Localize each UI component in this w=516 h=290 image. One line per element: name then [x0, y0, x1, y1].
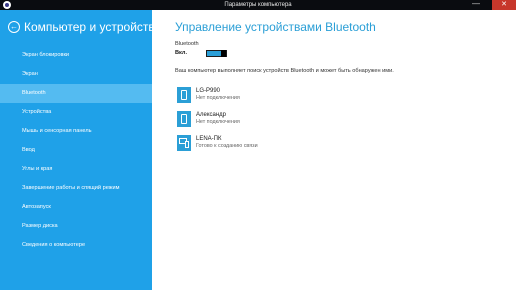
sidebar-item-corners-edges[interactable]: Углы и края: [0, 160, 152, 179]
sidebar-item-pc-info[interactable]: Сведения о компьютере: [0, 236, 152, 255]
bluetooth-state: Вкл.: [175, 50, 188, 56]
window-title: Параметры компьютера: [224, 2, 292, 8]
device-item[interactable]: Александр Нет подключения: [177, 111, 477, 128]
device-name: Александр: [196, 112, 227, 118]
sidebar-item-power-sleep[interactable]: Завершение работы и спящий режим: [0, 179, 152, 198]
phone-icon: [177, 111, 191, 127]
sidebar-item-lock-screen[interactable]: Экран блокировки: [0, 46, 152, 65]
bluetooth-toggle[interactable]: [206, 50, 227, 57]
sidebar-item-disk-space[interactable]: Размер диска: [0, 217, 152, 236]
title-bar: Параметры компьютера — ✕: [0, 0, 516, 10]
device-status: Готово к созданию связи: [196, 143, 258, 149]
page-title: Управление устройствами Bluetooth: [175, 20, 376, 34]
device-status: Нет подключения: [196, 119, 240, 125]
device-status: Нет подключения: [196, 95, 240, 101]
sidebar-item-autoplay[interactable]: Автозапуск: [0, 198, 152, 217]
scan-status-text: Ваш компьютер выполняет поиск устройств …: [175, 68, 394, 74]
device-item[interactable]: LENA-ПК Готово к созданию связи: [177, 135, 477, 152]
sidebar-item-mouse-touchpad[interactable]: Мышь и сенсорная панель: [0, 122, 152, 141]
sidebar-nav: Экран блокировки Экран Bluetooth Устройс…: [0, 46, 152, 255]
sidebar: ← Компьютер и устройства Экран блокировк…: [0, 10, 161, 290]
sidebar-item-display[interactable]: Экран: [0, 65, 152, 84]
main-content: Управление устройствами Bluetooth Blueto…: [152, 10, 516, 290]
bluetooth-label: Bluetooth: [175, 41, 199, 47]
sidebar-item-typing[interactable]: Ввод: [0, 141, 152, 160]
back-button[interactable]: ←: [8, 21, 20, 33]
device-name: LG-P990: [196, 88, 221, 94]
sidebar-item-bluetooth[interactable]: Bluetooth: [0, 84, 152, 103]
computer-icon: [177, 135, 191, 151]
sidebar-title: Компьютер и устройства: [24, 20, 162, 34]
close-button[interactable]: ✕: [492, 0, 516, 10]
minimize-button[interactable]: —: [467, 0, 485, 10]
device-item[interactable]: LG-P990 Нет подключения: [177, 87, 477, 104]
toggle-thumb[interactable]: [221, 50, 226, 57]
device-name: LENA-ПК: [196, 136, 222, 142]
sidebar-item-devices[interactable]: Устройства: [0, 103, 152, 122]
toggle-fill: [207, 51, 221, 56]
phone-icon: [177, 87, 191, 103]
